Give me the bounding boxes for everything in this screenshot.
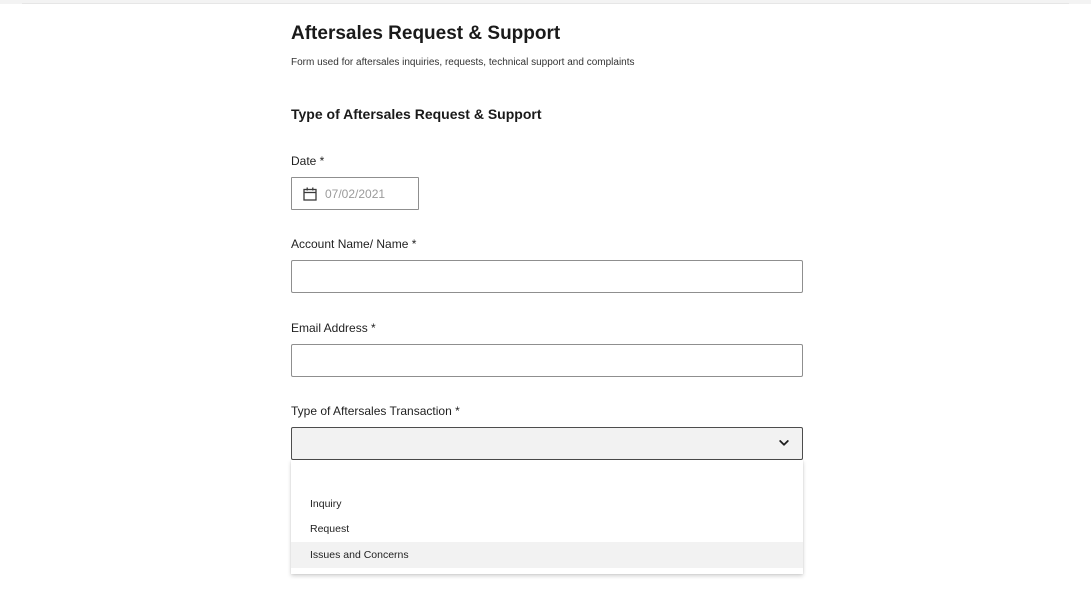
transaction-type-dropdown: Inquiry Request Issues and Concerns xyxy=(291,460,803,574)
transaction-type-label: Type of Aftersales Transaction * xyxy=(291,404,460,418)
dropdown-option-inquiry[interactable]: Inquiry xyxy=(291,491,803,517)
account-name-label: Account Name/ Name * xyxy=(291,237,417,251)
dropdown-option-empty[interactable] xyxy=(291,464,803,490)
date-value: 07/02/2021 xyxy=(325,186,386,201)
dropdown-option-issues-and-concerns[interactable]: Issues and Concerns xyxy=(291,542,803,568)
date-label: Date * xyxy=(291,154,325,168)
account-name-input[interactable] xyxy=(291,260,803,293)
dropdown-option-request[interactable]: Request xyxy=(291,516,803,542)
date-field[interactable]: 07/02/2021 xyxy=(291,177,419,210)
email-label: Email Address * xyxy=(291,321,376,335)
form-title: Aftersales Request & Support xyxy=(291,23,561,44)
email-input[interactable] xyxy=(291,344,803,377)
chevron-down-icon xyxy=(779,440,789,446)
calendar-icon xyxy=(303,187,317,201)
form-subtitle: Form used for aftersales inquiries, requ… xyxy=(291,57,635,68)
top-bar xyxy=(0,0,1091,4)
section-title: Type of Aftersales Request & Support xyxy=(291,106,542,122)
top-bar-divider xyxy=(22,3,1069,4)
transaction-type-select[interactable] xyxy=(291,427,803,460)
